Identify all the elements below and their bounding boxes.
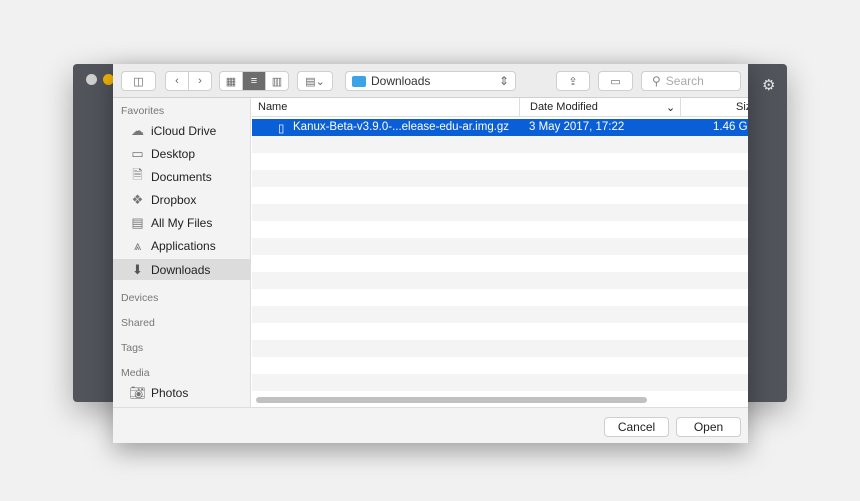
empty-row — [252, 306, 748, 323]
empty-row — [252, 255, 748, 272]
favorites-header: Favorites — [121, 105, 165, 117]
devices-header[interactable]: Devices — [121, 292, 158, 304]
column-size-header[interactable]: Siz — [680, 98, 748, 117]
sidebar-item-photos[interactable]: 📷︎ Photos — [113, 382, 251, 403]
empty-row — [252, 374, 748, 391]
empty-row — [252, 238, 748, 255]
forward-button[interactable]: › — [188, 71, 212, 91]
footer: Cancel Open — [113, 407, 748, 443]
tag-button[interactable]: ▭ — [598, 71, 633, 91]
close-dot[interactable] — [86, 74, 97, 85]
sidebar-item-label: All My Files — [151, 215, 213, 230]
empty-row — [252, 170, 748, 187]
sidebar-toggle-button[interactable]: ◫ — [121, 71, 156, 91]
file-name: Kanux-Beta-v3.9.0-...elease-edu-ar.img.g… — [293, 121, 510, 133]
sidebar-item-desktop[interactable]: ▭ Desktop — [113, 143, 251, 164]
desktop-icon: ▭ — [131, 145, 144, 161]
sidebar-item-documents[interactable]: 🗎 Documents — [113, 166, 251, 187]
share-icon: ⇪ — [568, 75, 578, 88]
applications-icon: ⩓ — [133, 237, 142, 253]
empty-row — [252, 323, 748, 340]
column-date-header[interactable]: Date Modified — [519, 98, 598, 117]
arrange-button[interactable]: ▤⌄ — [297, 71, 333, 91]
grid-icon: ▦ — [225, 75, 237, 88]
back-button[interactable]: ‹ — [165, 71, 189, 91]
updown-chevron-icon: ⇕ — [498, 74, 509, 88]
sidebar-item-label: Downloads — [151, 262, 211, 277]
empty-row — [252, 272, 748, 289]
sidebar-item-label: Documents — [151, 169, 212, 184]
sidebar-item-dropbox[interactable]: ❖ Dropbox — [113, 189, 251, 210]
empty-row — [252, 204, 748, 221]
open-dialog: ◫ ‹ › ▦ ≡ ▥ ▤⌄ Downloads ⇕ ⇪ ▭ ⚲ Search … — [113, 64, 748, 443]
icon-view-button[interactable]: ▦ — [219, 71, 243, 91]
column-header: Name Date Modified ⌄ Siz — [252, 98, 748, 117]
sidebar-item-applications[interactable]: ⩓ Applications — [113, 235, 251, 256]
toolbar: ◫ ‹ › ▦ ≡ ▥ ▤⌄ Downloads ⇕ ⇪ ▭ ⚲ Search — [113, 64, 748, 98]
chevron-left-icon: ‹ — [175, 75, 179, 87]
file-date: 3 May 2017, 17:22 — [529, 121, 625, 133]
location-label: Downloads — [371, 74, 431, 88]
sidebar-item-downloads[interactable]: ⬇ Downloads — [113, 259, 251, 280]
downloads-icon: ⬇ — [132, 261, 143, 277]
share-button[interactable]: ⇪ — [556, 71, 590, 91]
file-size: 1.46 G — [713, 121, 748, 133]
cancel-button[interactable]: Cancel — [604, 417, 669, 437]
column-name-header[interactable]: Name — [258, 101, 287, 113]
list-icon: ≡ — [250, 75, 258, 87]
horizontal-scrollbar[interactable] — [256, 397, 647, 403]
columns-icon: ▥ — [271, 75, 283, 88]
gear-icon[interactable]: ⚙ — [762, 76, 775, 94]
sidebar: Favorites ☁ iCloud Drive ▭ Desktop 🗎 Docume… — [113, 98, 251, 407]
open-button[interactable]: Open — [676, 417, 741, 437]
empty-row — [252, 340, 748, 357]
shared-header[interactable]: Shared — [121, 317, 155, 329]
search-placeholder: Search — [665, 74, 704, 88]
tag-icon: ▭ — [610, 75, 621, 88]
empty-row — [252, 221, 748, 238]
location-popup[interactable]: Downloads ⇕ — [345, 71, 516, 91]
file-row[interactable]: ▯ Kanux-Beta-v3.9.0-...elease-edu-ar.img… — [252, 119, 748, 136]
dropbox-icon: ❖ — [131, 191, 144, 207]
sidebar-item-all-my-files[interactable]: ▤ All My Files — [113, 212, 251, 233]
tags-header[interactable]: Tags — [121, 342, 143, 354]
media-header[interactable]: Media — [121, 367, 150, 379]
column-view-button[interactable]: ▥ — [265, 71, 289, 91]
empty-row — [252, 289, 748, 306]
sort-chevron-icon[interactable]: ⌄ — [666, 101, 675, 114]
file-list: Name Date Modified ⌄ Siz ▯ Kanux-Beta-v3… — [252, 98, 748, 407]
sidebar-item-label: iCloud Drive — [151, 123, 217, 138]
chevron-right-icon: › — [198, 75, 202, 87]
cloud-icon: ☁ — [131, 122, 144, 138]
empty-row — [252, 187, 748, 204]
arrange-icon: ▤⌄ — [305, 75, 325, 88]
all-files-icon: ▤ — [131, 214, 144, 230]
sidebar-item-label: Applications — [151, 238, 216, 253]
empty-row — [252, 153, 748, 170]
sidebar-icon: ◫ — [133, 75, 144, 88]
search-field[interactable]: ⚲ Search — [641, 71, 741, 91]
search-icon: ⚲ — [652, 74, 661, 88]
sidebar-item-label: Desktop — [151, 146, 196, 161]
list-view-button[interactable]: ≡ — [242, 71, 266, 91]
camera-icon: 📷︎ — [129, 384, 146, 400]
documents-icon: 🗎 — [132, 166, 143, 182]
sidebar-item-label: Dropbox — [151, 192, 197, 207]
empty-row — [252, 357, 748, 374]
sidebar-item-label: Photos — [151, 385, 189, 400]
folder-downloads-icon — [352, 75, 366, 87]
sidebar-item-icloud-drive[interactable]: ☁ iCloud Drive — [113, 120, 251, 141]
file-icon: ▯ — [278, 123, 285, 135]
empty-row — [252, 136, 748, 153]
